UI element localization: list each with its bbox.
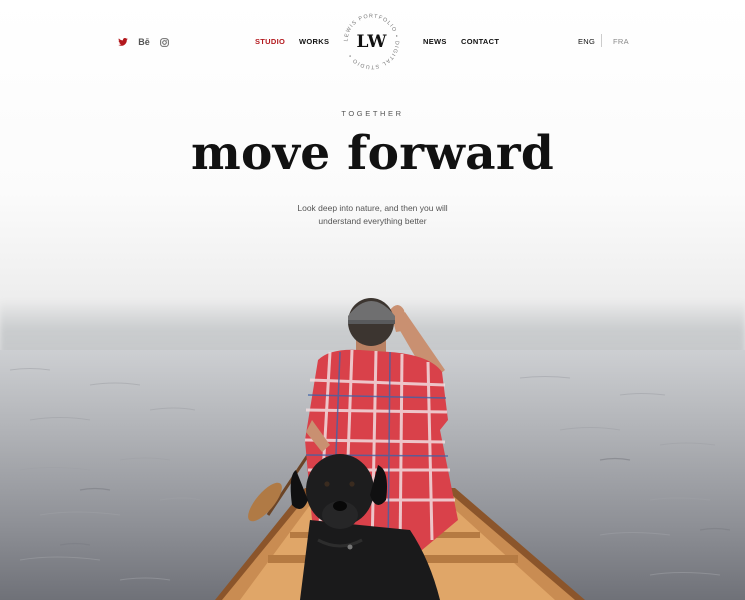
site-header: Bē STUDIO WORKS LEWIS PORTFOLIO • DIGITA… (0, 0, 745, 90)
nav-contact[interactable]: CONTACT (461, 37, 499, 46)
nav-works[interactable]: WORKS (299, 37, 329, 46)
instagram-icon[interactable] (157, 35, 171, 49)
hero-background (0, 0, 745, 600)
twitter-icon[interactable] (116, 35, 130, 49)
behance-icon[interactable]: Bē (136, 35, 152, 49)
lang-divider (601, 34, 602, 47)
hero-subtitle-line2: understand everything better (318, 216, 427, 226)
site-logo[interactable]: LEWIS PORTFOLIO • DIGITAL STUDIO • LW (342, 12, 401, 71)
logo-monogram: LW (356, 31, 387, 52)
canoe-scene-illustration (215, 298, 585, 600)
hero-eyebrow: TOGETHER (341, 109, 404, 118)
behance-label: Bē (138, 37, 150, 47)
hero-headline: move forward (190, 126, 555, 181)
lang-fra[interactable]: FRA (613, 37, 629, 46)
lang-eng[interactable]: ENG (578, 37, 595, 46)
nav-news[interactable]: NEWS (423, 37, 447, 46)
nav-studio[interactable]: STUDIO (255, 37, 285, 46)
hero-subtitle-line1: Look deep into nature, and then you will (297, 203, 448, 213)
hero-subtitle: Look deep into nature, and then you will… (247, 202, 498, 228)
